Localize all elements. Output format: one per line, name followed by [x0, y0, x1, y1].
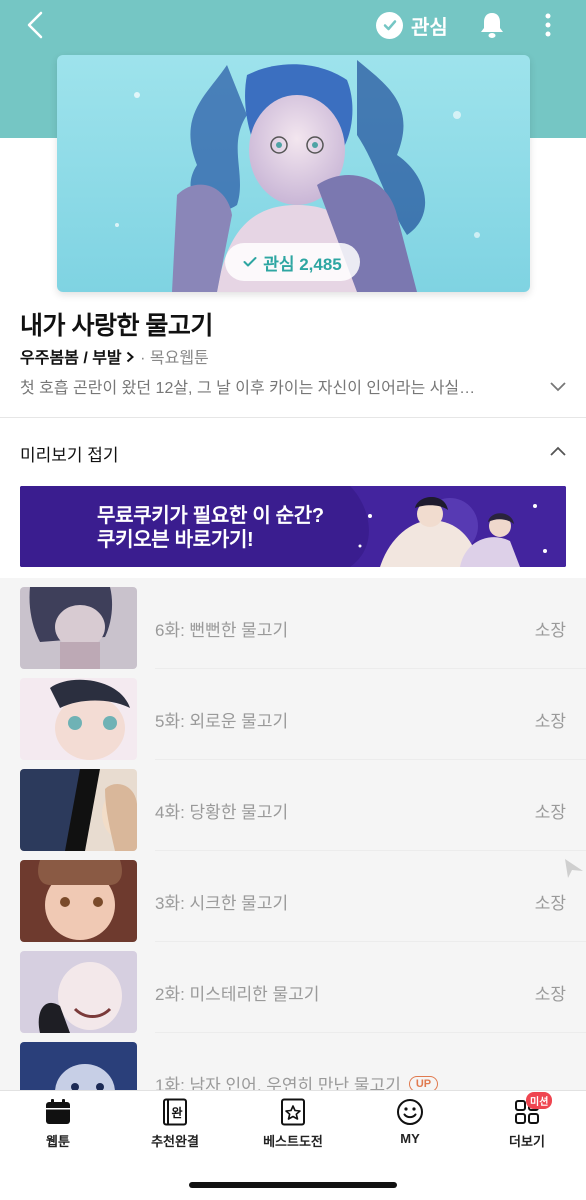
episode-thumbnail [20, 1042, 137, 1090]
episode-title: 2화: 미스테리한 물고기 [155, 985, 320, 1004]
author-link[interactable]: 우주봄봄 / 부발 [20, 344, 135, 368]
nav-label: 베스트도전 [263, 1134, 323, 1149]
episode-row[interactable]: 3화: 시크한 물고기 소장 [0, 851, 586, 942]
more-vertical-icon [545, 13, 551, 37]
nav-more[interactable]: 미션 더보기 [477, 1092, 577, 1153]
mission-badge: 미션 [526, 1092, 553, 1109]
episode-title: 6화: 뻔뻔한 물고기 [155, 621, 289, 640]
nav-my[interactable]: MY [360, 1097, 460, 1153]
meta-row: 우주봄봄 / 부발 · 목요웹툰 [20, 344, 209, 368]
nav-label: 더보기 [509, 1134, 545, 1149]
chevron-left-icon [27, 11, 43, 39]
more-options-button[interactable] [538, 9, 558, 41]
banner-text: 무료쿠키가 필요한 이 순간? 쿠키오븐 바로가기! [97, 504, 324, 552]
banner-line-2: 쿠키오븐 바로가기! [97, 529, 254, 551]
nav-best-challenge[interactable]: 베스트도전 [243, 1097, 343, 1153]
episode-title-text: 1화: 남자 인어, 우연히 만난 물고기 [155, 1076, 401, 1090]
episode-title: 3화: 시크한 물고기 [155, 894, 289, 913]
chevron-up-icon[interactable] [548, 442, 568, 462]
book-complete-icon: 완 [160, 1097, 190, 1127]
back-button[interactable] [20, 8, 50, 42]
episode-row[interactable]: 6화: 뻔뻔한 물고기 소장 [0, 578, 586, 669]
nav-label: MY [400, 1131, 420, 1146]
nav-label: 추천완결 [151, 1134, 199, 1149]
check-circle-icon [376, 11, 403, 39]
cookie-oven-banner[interactable]: 무료쿠키가 필요한 이 순간? 쿠키오븐 바로가기! [20, 486, 566, 567]
synopsis-text: 첫 호흡 곤란이 왔던 12살, 그 날 이후 카이는 자신이 인어라는 사실… [20, 380, 476, 397]
episode-title: 5화: 외로운 물고기 [155, 712, 289, 731]
divider [0, 417, 586, 418]
webtoon-title: 내가 사랑한 물고기 [20, 312, 213, 340]
episode-row[interactable]: 5화: 외로운 물고기 소장 [0, 669, 586, 760]
star-book-icon [278, 1097, 308, 1127]
chevron-right-icon [126, 351, 135, 363]
favorite-button[interactable]: 관심 [376, 9, 448, 41]
check-icon [243, 257, 257, 267]
episode-thumbnail [20, 678, 137, 760]
webtoon-detail-page: 관심 관심 2,485 내가 사랑한 물고기 우주봄봄 / 부발 · 목요웹툰 … [0, 0, 586, 1200]
episode-row[interactable]: 4화: 당황한 물고기 소장 [0, 760, 586, 851]
nav-webtoon[interactable]: 웹툰 [8, 1097, 108, 1153]
home-indicator[interactable] [189, 1182, 397, 1188]
nav-recommended-complete[interactable]: 완 추천완결 [125, 1097, 225, 1153]
favorite-count-label: 관심 2,485 [263, 254, 342, 274]
favorite-label: 관심 [411, 16, 448, 39]
episode-thumbnail [20, 951, 137, 1033]
episode-status: 소장 [534, 621, 566, 640]
episode-status: 소장 [534, 894, 566, 913]
book-glyph: 완 [171, 1106, 182, 1120]
up-badge: UP [408, 1075, 439, 1090]
notification-button[interactable] [478, 9, 506, 41]
bell-icon [481, 13, 503, 38]
episode-thumbnail [20, 769, 137, 851]
favorite-count-badge: 관심 2,485 [225, 243, 360, 281]
preview-collapse-label[interactable]: 미리보기 접기 [20, 441, 119, 466]
episode-thumbnail [20, 587, 137, 669]
grid-icon: 미션 [512, 1092, 553, 1127]
calendar-icon [43, 1097, 73, 1127]
chevron-down-icon[interactable] [548, 376, 568, 396]
episode-title: 1화: 남자 인어, 우연히 만난 물고기 UP [155, 1071, 439, 1090]
synopsis-row[interactable]: 첫 호흡 곤란이 왔던 12살, 그 날 이후 카이는 자신이 인어라는 사실… [20, 374, 568, 398]
episode-list: 6화: 뻔뻔한 물고기 소장 5화: 외로운 물고기 소장 4화: 당황한 물고… [0, 578, 586, 1090]
top-bar: 관심 [0, 0, 586, 52]
author-label: 우주봄봄 / 부발 [20, 350, 122, 367]
episode-row[interactable]: 1화: 남자 인어, 우연히 만난 물고기 UP [0, 1033, 586, 1090]
publish-day: · 목요웹툰 [140, 350, 209, 367]
episode-title: 4화: 당황한 물고기 [155, 803, 289, 822]
episode-row[interactable]: 2화: 미스테리한 물고기 소장 [0, 942, 586, 1033]
smile-icon [395, 1097, 425, 1127]
nav-label: 웹툰 [46, 1134, 70, 1149]
episode-status: 소장 [534, 985, 566, 1004]
episode-status: 소장 [534, 803, 566, 822]
banner-line-1: 무료쿠키가 필요한 이 순간? [97, 505, 324, 527]
episode-thumbnail [20, 860, 137, 942]
episode-status: 소장 [534, 712, 566, 731]
cursor-arrow-icon [565, 859, 583, 878]
